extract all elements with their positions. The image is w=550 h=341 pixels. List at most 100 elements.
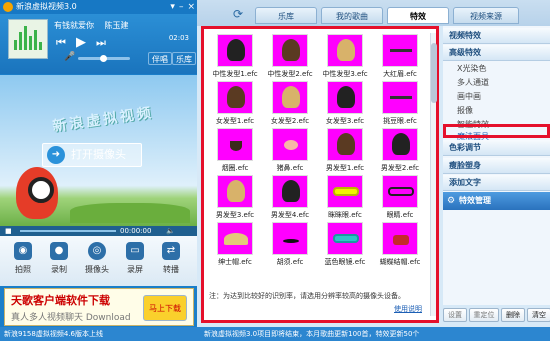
- effect-name: 挑豆眼.efc: [383, 117, 417, 125]
- delete-button[interactable]: 删除: [501, 308, 525, 322]
- bow-icon: [393, 235, 409, 245]
- effect-thumbnail: [217, 34, 253, 67]
- next-icon[interactable]: ⏭: [96, 36, 106, 50]
- effect-item[interactable]: 男发型3.efc: [209, 175, 261, 222]
- effect-name: 男发型2.efc: [380, 164, 420, 172]
- sidebar-item-xray[interactable]: X光染色: [457, 63, 486, 74]
- brand-text: 新浪虚拟视频: [51, 104, 155, 136]
- effect-item[interactable]: 大红眉.efc: [374, 34, 426, 81]
- effects-panel: 中性发型1.efc 中性发型2.efc 中性发型3.efc 大红眉.efc 女发型1.e…: [201, 26, 439, 323]
- screen-record-icon: ▭: [126, 242, 144, 260]
- sidebar-item-multi-channel[interactable]: 多人通道: [457, 77, 489, 88]
- video-progress-bar: ■ 00:00:00 🔈: [0, 226, 197, 236]
- scrollbar-thumb[interactable]: [431, 43, 437, 103]
- menu-icon[interactable]: ▾: [170, 0, 175, 14]
- webcam-button[interactable]: ◎ 摄像头: [80, 242, 114, 275]
- effect-item[interactable]: 中性发型3.efc: [319, 34, 371, 81]
- close-icon[interactable]: ×: [187, 0, 195, 14]
- section-color[interactable]: 色彩调节: [443, 140, 550, 156]
- status-left: 新浪9158虚拟视频4.6版本上线: [4, 330, 103, 338]
- set-button[interactable]: 设置: [443, 308, 467, 322]
- sidebar-item-pip[interactable]: 画中画: [457, 91, 481, 102]
- minimize-icon[interactable]: –: [179, 0, 184, 14]
- tool-label: 录制: [51, 265, 67, 274]
- tool-label: 拍照: [15, 265, 31, 274]
- section-video-effects[interactable]: 视频特效: [443, 28, 550, 44]
- music-player: 有钱就爱你 陈玉建 02:03 ⏮ ▶ ⏭ 🎤 伴唱 乐库: [0, 14, 197, 74]
- toolbar: ◉ 拍照 ● 录制 ◎ 摄像头 ▭ 录屏 ⇄ 转播: [0, 236, 197, 286]
- effect-item[interactable]: 女发型3.efc: [319, 81, 371, 128]
- effect-name: 眼睛.efc: [386, 211, 414, 219]
- sidebar-item-capture[interactable]: 报像: [457, 105, 473, 116]
- screen-record-button[interactable]: ▭ 录屏: [118, 242, 152, 275]
- open-camera-button[interactable]: ➜ 打开摄像头: [42, 143, 142, 167]
- effect-name: 胡须.efc: [276, 258, 304, 266]
- effect-item[interactable]: 蝴蝶结帽.efc: [374, 222, 426, 269]
- effect-item[interactable]: 绅士帽.efc: [209, 222, 261, 269]
- status-right: 新浪虚拟视频3.0项目即将结束，本月歌曲更新100首，特效更新50个: [204, 330, 420, 338]
- effect-thumbnail: [272, 222, 308, 255]
- effect-thumbnail: [272, 81, 308, 114]
- effect-thumbnail: [382, 81, 418, 114]
- speaker-icon[interactable]: 🔈: [166, 226, 175, 236]
- right-panel: ⟳ 乐库 我的歌曲 特效 视频来源 中性发型1.efc 中性发型2.efc 中性发型…: [197, 0, 550, 327]
- effect-item[interactable]: 眯眯眼.efc: [319, 175, 371, 222]
- section-text[interactable]: 添加文字: [443, 175, 550, 191]
- tab-my-songs[interactable]: 我的歌曲: [321, 7, 383, 24]
- video-progress[interactable]: [20, 230, 116, 232]
- effect-item[interactable]: 男发型2.efc: [374, 128, 426, 175]
- play-icon[interactable]: ▶: [76, 35, 86, 50]
- effect-thumbnail: [327, 34, 363, 67]
- accompany-button[interactable]: 伴唱: [148, 52, 172, 65]
- nose-icon: [284, 140, 298, 150]
- clear-button[interactable]: 清空: [527, 308, 550, 322]
- effect-item[interactable]: 胡须.efc: [264, 222, 316, 269]
- library-button[interactable]: 乐库: [172, 52, 196, 65]
- effect-item[interactable]: 烟圈.efc: [209, 128, 261, 175]
- ad-download-button[interactable]: 马上下载: [143, 295, 187, 321]
- effects-manage-button[interactable]: 特效管理: [443, 192, 550, 210]
- broadcast-button[interactable]: ⇄ 转播: [154, 242, 188, 275]
- usage-link[interactable]: 使用说明: [394, 304, 422, 314]
- camera-icon: ◉: [14, 242, 32, 260]
- moust-icon: [283, 239, 299, 243]
- effect-thumbnail: [327, 128, 363, 161]
- refresh-icon[interactable]: ⟳: [233, 7, 243, 21]
- effect-item[interactable]: 女发型1.efc: [209, 81, 261, 128]
- effect-thumbnail: [382, 222, 418, 255]
- record-button[interactable]: ● 录制: [42, 242, 76, 275]
- effect-thumbnail: [382, 175, 418, 208]
- ad-banner[interactable]: 天歌客户端软件下载 真人多人视频聊天 Download 马上下载: [4, 288, 194, 326]
- photo-button[interactable]: ◉ 拍照: [6, 242, 40, 275]
- song-title: 有钱就爱你: [54, 21, 94, 30]
- video-time: 00:00:00: [120, 227, 152, 235]
- effect-item[interactable]: 女发型2.efc: [264, 81, 316, 128]
- record-icon: ●: [50, 242, 68, 260]
- effect-actions: 设置 重定位 删除 清空: [443, 306, 550, 324]
- tab-video-source[interactable]: 视频来源: [453, 7, 519, 24]
- effect-item[interactable]: 男发型1.efc: [319, 128, 371, 175]
- prev-icon[interactable]: ⏮: [56, 36, 66, 50]
- ad-title: 天歌客户端软件下载: [11, 294, 110, 307]
- open-camera-label: 打开摄像头: [71, 148, 126, 161]
- section-slim[interactable]: 瘦脸塑身: [443, 158, 550, 174]
- reposition-button[interactable]: 重定位: [469, 308, 499, 322]
- effect-item[interactable]: 眼睛.efc: [374, 175, 426, 222]
- section-advanced-effects[interactable]: 高级特效: [443, 45, 550, 61]
- stop-icon[interactable]: ■: [5, 226, 12, 236]
- effect-item[interactable]: 猪鼻.efc: [264, 128, 316, 175]
- volume-slider[interactable]: [78, 55, 130, 62]
- selected-highlight: [443, 124, 550, 138]
- effect-item[interactable]: 男发型4.efc: [264, 175, 316, 222]
- effects-grid: 中性发型1.efc 中性发型2.efc 中性发型3.efc 大红眉.efc 女发型1.e…: [209, 34, 427, 269]
- effect-name: 女发型3.efc: [325, 117, 365, 125]
- effect-item[interactable]: 蓝色眼镜.efc: [319, 222, 371, 269]
- left-panel: 新浪虚拟视频3.0 ▾ – × 有钱就爱你 陈玉建 02:03 ⏮ ▶ ⏭ 🎤 …: [0, 0, 197, 341]
- mic-icon[interactable]: 🎤: [64, 52, 75, 62]
- effect-item[interactable]: 挑豆眼.efc: [374, 81, 426, 128]
- tab-effects[interactable]: 特效: [387, 7, 449, 24]
- effect-item[interactable]: 中性发型2.efc: [264, 34, 316, 81]
- tab-library[interactable]: 乐库: [255, 7, 317, 24]
- scrollbar[interactable]: [430, 33, 437, 316]
- effect-item[interactable]: 中性发型1.efc: [209, 34, 261, 81]
